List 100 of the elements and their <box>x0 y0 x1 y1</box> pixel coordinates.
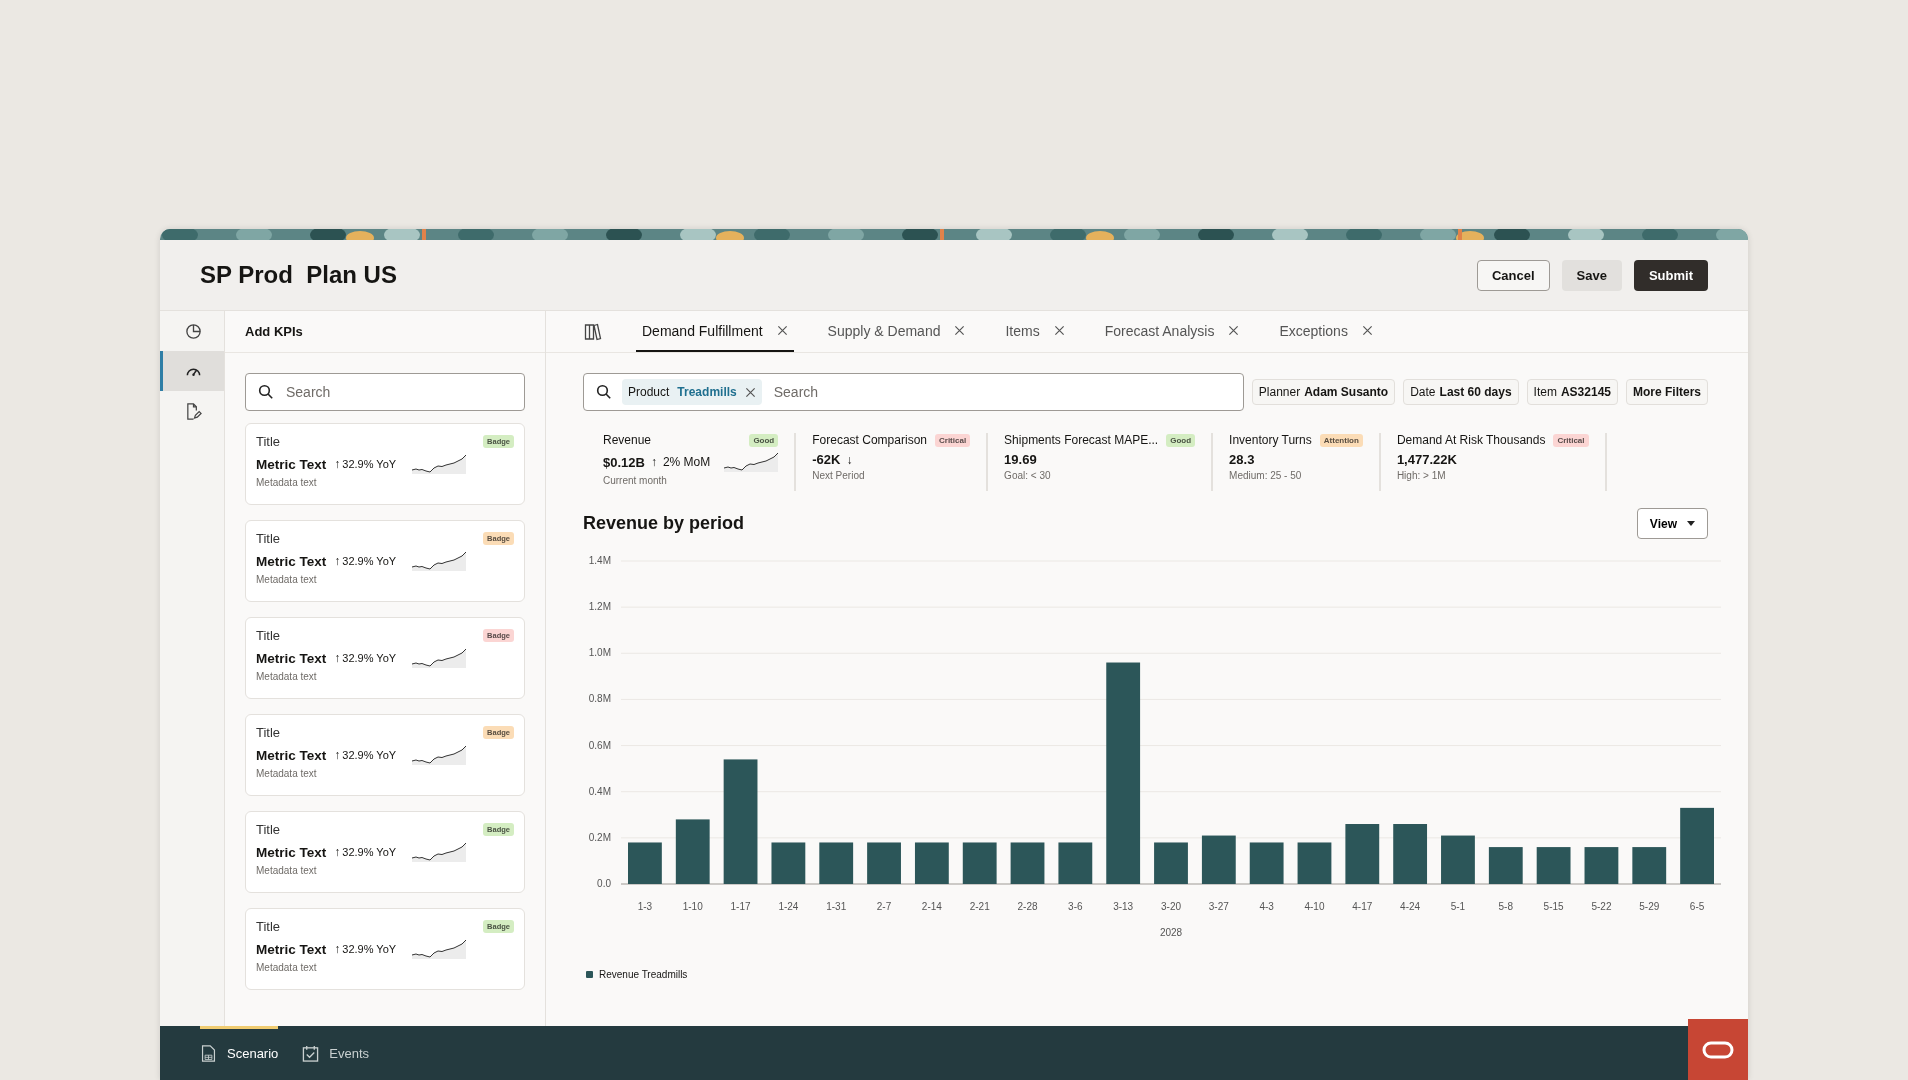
change-text: 32.9% YoY <box>342 846 397 858</box>
search-box[interactable]: Search <box>245 373 525 411</box>
bottom-tab[interactable]: Scenario <box>200 1026 279 1080</box>
arrow-text: ↑ <box>334 845 341 859</box>
metadata-text: Metadata text <box>256 962 318 973</box>
axis-label: 5-15 <box>1543 901 1564 912</box>
tab[interactable]: Demand Fulfillment <box>636 311 794 352</box>
axis-label: 4-17 <box>1352 901 1373 912</box>
close-icon[interactable] <box>1228 325 1240 336</box>
kpi-label: Forecast Comparison <box>812 433 927 447</box>
axis-label: 1-17 <box>730 901 751 912</box>
close-icon[interactable] <box>1053 325 1065 336</box>
bar <box>628 842 662 884</box>
filter-chip[interactable]: Product Treadmills <box>622 379 762 405</box>
close-icon[interactable] <box>744 386 756 398</box>
change-text: 32.9% YoY <box>342 943 397 955</box>
change-text: 32.9% YoY <box>342 652 397 664</box>
bar <box>1441 835 1475 884</box>
tab[interactable]: Forecast Analysis <box>1098 311 1246 352</box>
bar <box>1249 842 1284 884</box>
metric-text: Metric Text <box>256 941 327 957</box>
filter-chip[interactable]: Planner Adam Susanto <box>1251 379 1396 405</box>
axis-label: 5-22 <box>1591 901 1612 912</box>
close-icon[interactable] <box>776 325 788 336</box>
search-field[interactable]: Product Treadmills Search <box>583 373 1244 411</box>
change-text: 32.9% YoY <box>342 555 397 567</box>
search-icon <box>596 384 612 400</box>
tab[interactable]: Supply & Demand <box>821 311 972 352</box>
axis-label: 6-5 <box>1689 901 1705 912</box>
metric-text: Metric Text <box>256 650 327 666</box>
books-icon[interactable] <box>584 322 602 341</box>
action-button[interactable]: Save <box>1561 259 1622 291</box>
metadata-text: Metadata text <box>256 477 318 488</box>
sparkline <box>412 745 467 765</box>
kpi-value: 1,477.22K <box>1396 452 1457 467</box>
tab[interactable]: Items <box>999 311 1071 352</box>
axis-label: 1-24 <box>778 901 799 912</box>
bar <box>1154 842 1188 884</box>
bar <box>1584 847 1619 884</box>
kpi-label: Inventory Turns <box>1229 433 1312 447</box>
bar <box>819 842 854 884</box>
legend-swatch <box>586 971 593 978</box>
axis-label: 1-3 <box>637 901 653 912</box>
bar <box>914 842 949 884</box>
bar <box>1632 847 1667 884</box>
rail-item[interactable] <box>160 351 224 391</box>
kpi-meta: Current month <box>603 475 668 486</box>
status-badge: Critical <box>935 433 971 447</box>
axis-label: 2-14 <box>921 901 942 912</box>
filter-chip[interactable]: Date Last 60 days <box>1403 379 1519 405</box>
axis-label: 2-28 <box>1017 901 1038 912</box>
search-input[interactable]: Search <box>771 383 1239 401</box>
close-icon[interactable] <box>954 325 966 336</box>
kpi-label: Revenue <box>603 433 652 447</box>
metadata-text: Metadata text <box>256 768 318 779</box>
arrow-text: ↓ <box>846 452 853 467</box>
sparkline <box>412 454 467 474</box>
kpi-value: 28.3 <box>1229 452 1255 467</box>
arrow-text: ↑ <box>334 651 341 665</box>
search-icon <box>258 384 274 400</box>
metric-text: Metric Text <box>256 553 327 569</box>
action-button[interactable]: Cancel <box>1476 259 1550 291</box>
axis-label: 0.2M <box>588 831 611 843</box>
view-button[interactable]: View <box>1636 508 1708 539</box>
kpi-meta: Goal: < 30 <box>1004 470 1052 481</box>
kpi-value: 19.69 <box>1004 452 1037 467</box>
bar <box>1058 842 1093 884</box>
search-field[interactable]: Search <box>284 383 512 401</box>
bottom-tab[interactable]: Events <box>302 1026 370 1080</box>
filter-chip[interactable]: Item AS32145 <box>1526 379 1618 405</box>
change-text: 32.9% YoY <box>342 749 397 761</box>
bar <box>675 819 710 884</box>
document-edit-icon <box>185 402 202 420</box>
legend-label: Revenue Treadmills <box>599 969 688 980</box>
axis-label: 3-13 <box>1113 901 1134 912</box>
arrow-text: ↑ <box>334 457 341 471</box>
more-filters-button[interactable]: More Filters <box>1626 379 1708 405</box>
card-title: Title <box>256 531 281 546</box>
arrow-text: ↑ <box>334 942 341 956</box>
kpi-value: $0.12B <box>603 454 645 470</box>
axis-label: 0.8M <box>588 693 611 705</box>
bar <box>1488 847 1523 884</box>
arrow-text: ↑ <box>650 455 657 469</box>
axis-label: 1.0M <box>588 647 611 659</box>
arrow-text: ↑ <box>334 748 341 762</box>
kpi-label: Demand At Risk Thousands <box>1396 433 1546 447</box>
axis-label: 1.2M <box>588 601 611 613</box>
bar <box>867 842 901 884</box>
pie-chart-icon <box>185 322 202 340</box>
arrow-text: ↑ <box>334 554 341 568</box>
axis-label: 0.6M <box>588 739 611 751</box>
card-title: Title <box>256 434 281 449</box>
chart-title: Revenue by period <box>583 513 745 534</box>
bar <box>771 842 806 884</box>
action-button[interactable]: Submit <box>1633 259 1708 291</box>
close-icon[interactable] <box>1361 325 1373 336</box>
change-text: 32.9% YoY <box>342 458 397 470</box>
axis-label: 3-20 <box>1161 901 1181 912</box>
axis-label: 4-10 <box>1304 901 1325 912</box>
tab[interactable]: Exceptions <box>1273 311 1379 352</box>
